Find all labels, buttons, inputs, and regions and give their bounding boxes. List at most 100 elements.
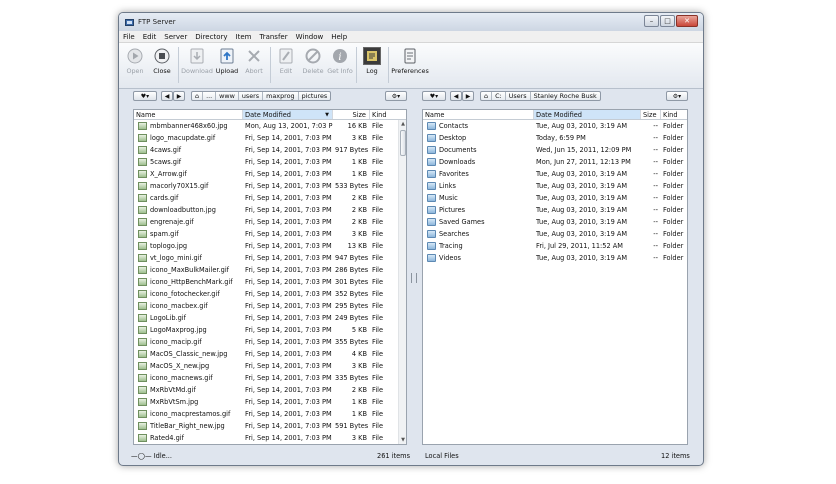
upload-button[interactable]: Upload [214, 45, 240, 75]
local-file-date: Wed, Jun 15, 2011, 12:09 PM [536, 146, 632, 154]
left-crumb[interactable]: ... [203, 92, 217, 100]
local-row[interactable]: Saved Games Tue, Aug 03, 2010, 3:19 AM -- F… [423, 216, 687, 228]
remote-file-date: Fri, Sep 14, 2001, 7:03 PM [245, 278, 332, 286]
local-row[interactable]: Documents Wed, Jun 15, 2011, 12:09 PM -- Fo… [423, 144, 687, 156]
local-row[interactable]: Searches Tue, Aug 03, 2010, 3:19 AM -- Fold… [423, 228, 687, 240]
remote-name-cell: mbmbanner468x60.jpg [134, 122, 243, 130]
download-button[interactable]: Download [181, 45, 213, 75]
menu-file[interactable]: File [123, 33, 135, 41]
menu-server[interactable]: Server [164, 33, 187, 41]
remote-size-header[interactable]: Size [333, 110, 370, 119]
right-crumb[interactable]: C: [492, 92, 506, 100]
remote-row[interactable]: 5caws.gif Fri, Sep 14, 2001, 7:03 PM 1 KB F… [134, 156, 406, 168]
remote-file-kind: File [372, 194, 384, 202]
close-window-button[interactable]: ✕ [676, 15, 698, 27]
local-date-header[interactable]: Date Modified [534, 110, 641, 119]
local-size-header[interactable]: Size [641, 110, 661, 119]
right-home-crumb[interactable]: ⌂ [481, 92, 493, 100]
left-crumb[interactable]: maxprog [263, 92, 299, 100]
remote-row[interactable]: icono_macbex.gif Fri, Sep 14, 2001, 7:03 … [134, 300, 406, 312]
remote-row[interactable]: engrenaje.gif Fri, Sep 14, 2001, 7:03 PM 2… [134, 216, 406, 228]
remote-row[interactable]: X_Arrow.gif Fri, Sep 14, 2001, 7:03 PM 1 K… [134, 168, 406, 180]
remote-row[interactable]: macorly70X15.gif Fri, Sep 14, 2001, 7:03 … [134, 180, 406, 192]
menu-window[interactable]: Window [296, 33, 324, 41]
remote-row[interactable]: MxRbVtMd.gif Fri, Sep 14, 2001, 7:03 PM 2 … [134, 384, 406, 396]
scroll-up-icon[interactable]: ▲ [399, 120, 407, 128]
local-row[interactable]: Tracing Fri, Jul 29, 2011, 11:52 AM -- Fold… [423, 240, 687, 252]
remote-name-header[interactable]: Name [134, 110, 243, 119]
local-row[interactable]: Downloads Mon, Jun 27, 2011, 12:13 PM -- Fo… [423, 156, 687, 168]
menu-transfer[interactable]: Transfer [259, 33, 287, 41]
remote-row[interactable]: downloadbutton.jpg Fri, Sep 14, 2001, 7:0… [134, 204, 406, 216]
remote-row[interactable]: Rated4.gif Fri, Sep 14, 2001, 7:03 PM 3 KB… [134, 432, 406, 444]
left-forward-button[interactable]: ▶ [173, 91, 185, 101]
remote-row[interactable]: MacOS_Classic_new.jpg Fri, Sep 14, 2001, … [134, 348, 406, 360]
remote-scrollbar[interactable]: ▲ ▼ [398, 120, 406, 444]
log-button[interactable]: Log [359, 45, 385, 75]
right-crumb[interactable]: Users [506, 92, 531, 100]
local-name-header[interactable]: Name [423, 110, 534, 119]
remote-row[interactable]: icono_fotochecker.gif Fri, Sep 14, 2001, … [134, 288, 406, 300]
remote-file-kind: File [372, 290, 384, 298]
remote-row[interactable]: icono_MaxBulkMailer.gif Fri, Sep 14, 2001… [134, 264, 406, 276]
remote-row[interactable]: toplogo.jpg Fri, Sep 14, 2001, 7:03 PM 13 … [134, 240, 406, 252]
scroll-down-icon[interactable]: ▼ [399, 436, 407, 444]
right-favorites-dropdown[interactable]: ♥▾ [422, 91, 446, 101]
get-info-button[interactable]: i Get Info [327, 45, 353, 75]
abort-button[interactable]: Abort [241, 45, 267, 75]
left-crumb[interactable]: users [239, 92, 264, 100]
local-row[interactable]: Favorites Tue, Aug 03, 2010, 3:19 AM -- Fol… [423, 168, 687, 180]
menu-item[interactable]: Item [236, 33, 252, 41]
right-options-dropdown[interactable]: ⚙▾ [666, 91, 688, 101]
menu-directory[interactable]: Directory [195, 33, 227, 41]
remote-row[interactable]: mbmbanner468x60.jpg Mon, Aug 13, 2001, 7:… [134, 120, 406, 132]
remote-row[interactable]: spam.gif Fri, Sep 14, 2001, 7:03 PM 3 KB Fi… [134, 228, 406, 240]
remote-row[interactable]: icono_macprestamos.gif Fri, Sep 14, 2001,… [134, 408, 406, 420]
remote-row[interactable]: cards.gif Fri, Sep 14, 2001, 7:03 PM 2 KB F… [134, 192, 406, 204]
local-row[interactable]: Contacts Tue, Aug 03, 2010, 3:19 AM -- Fold… [423, 120, 687, 132]
remote-row[interactable]: LogoLib.gif Fri, Sep 14, 2001, 7:03 PM 249… [134, 312, 406, 324]
remote-scroll-thumb[interactable] [400, 130, 406, 156]
remote-row[interactable]: icono_macnews.gif Fri, Sep 14, 2001, 7:03… [134, 372, 406, 384]
close-icon: ✕ [684, 17, 690, 25]
remote-date-header[interactable]: Date Modified ▼ [243, 110, 333, 119]
remote-file-size: 5 KB [351, 326, 367, 334]
local-row[interactable]: Videos Tue, Aug 03, 2010, 3:19 AM -- Folder [423, 252, 687, 264]
menu-help[interactable]: Help [331, 33, 347, 41]
right-forward-button[interactable]: ▶ [462, 91, 474, 101]
left-back-button[interactable]: ◀ [161, 91, 173, 101]
remote-row[interactable]: MacOS_X_new.jpg Fri, Sep 14, 2001, 7:03 P… [134, 360, 406, 372]
remote-kind-header[interactable]: Kind [370, 110, 400, 119]
menu-edit[interactable]: Edit [143, 33, 157, 41]
remote-row[interactable]: TitleBar_Right_new.jpg Fri, Sep 14, 2001,… [134, 420, 406, 432]
pane-splitter[interactable] [411, 273, 417, 283]
local-row[interactable]: Links Tue, Aug 03, 2010, 3:19 AM -- Folder [423, 180, 687, 192]
left-crumb[interactable]: www [216, 92, 239, 100]
remote-file-date: Fri, Sep 14, 2001, 7:03 PM [245, 326, 332, 334]
right-back-button[interactable]: ◀ [450, 91, 462, 101]
local-row[interactable]: Desktop Today, 6:59 PM -- Folder [423, 132, 687, 144]
right-crumb[interactable]: Stanley Roche Busk [531, 92, 600, 100]
toolbar-separator [270, 47, 271, 83]
open-button[interactable]: Open [122, 45, 148, 75]
left-favorites-dropdown[interactable]: ♥▾ [133, 91, 157, 101]
remote-row[interactable]: vt_logo_mini.gif Fri, Sep 14, 2001, 7:03 … [134, 252, 406, 264]
local-row[interactable]: Pictures Tue, Aug 03, 2010, 3:19 AM -- Fold… [423, 204, 687, 216]
left-home-crumb[interactable]: ⌂ [192, 92, 204, 100]
remote-row[interactable]: MxRbVtSm.jpg Fri, Sep 14, 2001, 7:03 PM 1 … [134, 396, 406, 408]
local-kind-header[interactable]: Kind [661, 110, 687, 119]
local-row[interactable]: Music Tue, Aug 03, 2010, 3:19 AM -- Folder [423, 192, 687, 204]
minimize-button[interactable]: – [644, 15, 659, 27]
remote-row[interactable]: logo_macupdate.gif Fri, Sep 14, 2001, 7:0… [134, 132, 406, 144]
edit-button[interactable]: Edit [273, 45, 299, 75]
maximize-button[interactable]: □ [660, 15, 675, 27]
left-crumb[interactable]: pictures [299, 92, 331, 100]
preferences-button[interactable]: Preferences [391, 45, 429, 75]
remote-row[interactable]: LogoMaxprog.jpg Fri, Sep 14, 2001, 7:03 P… [134, 324, 406, 336]
left-options-dropdown[interactable]: ⚙▾ [385, 91, 407, 101]
delete-button[interactable]: Delete [300, 45, 326, 75]
close-button[interactable]: Close [149, 45, 175, 75]
remote-row[interactable]: icono_HttpBenchMark.gif Fri, Sep 14, 2001… [134, 276, 406, 288]
remote-row[interactable]: 4caws.gif Fri, Sep 14, 2001, 7:03 PM 917 B… [134, 144, 406, 156]
remote-row[interactable]: icono_macip.gif Fri, Sep 14, 2001, 7:03 P… [134, 336, 406, 348]
